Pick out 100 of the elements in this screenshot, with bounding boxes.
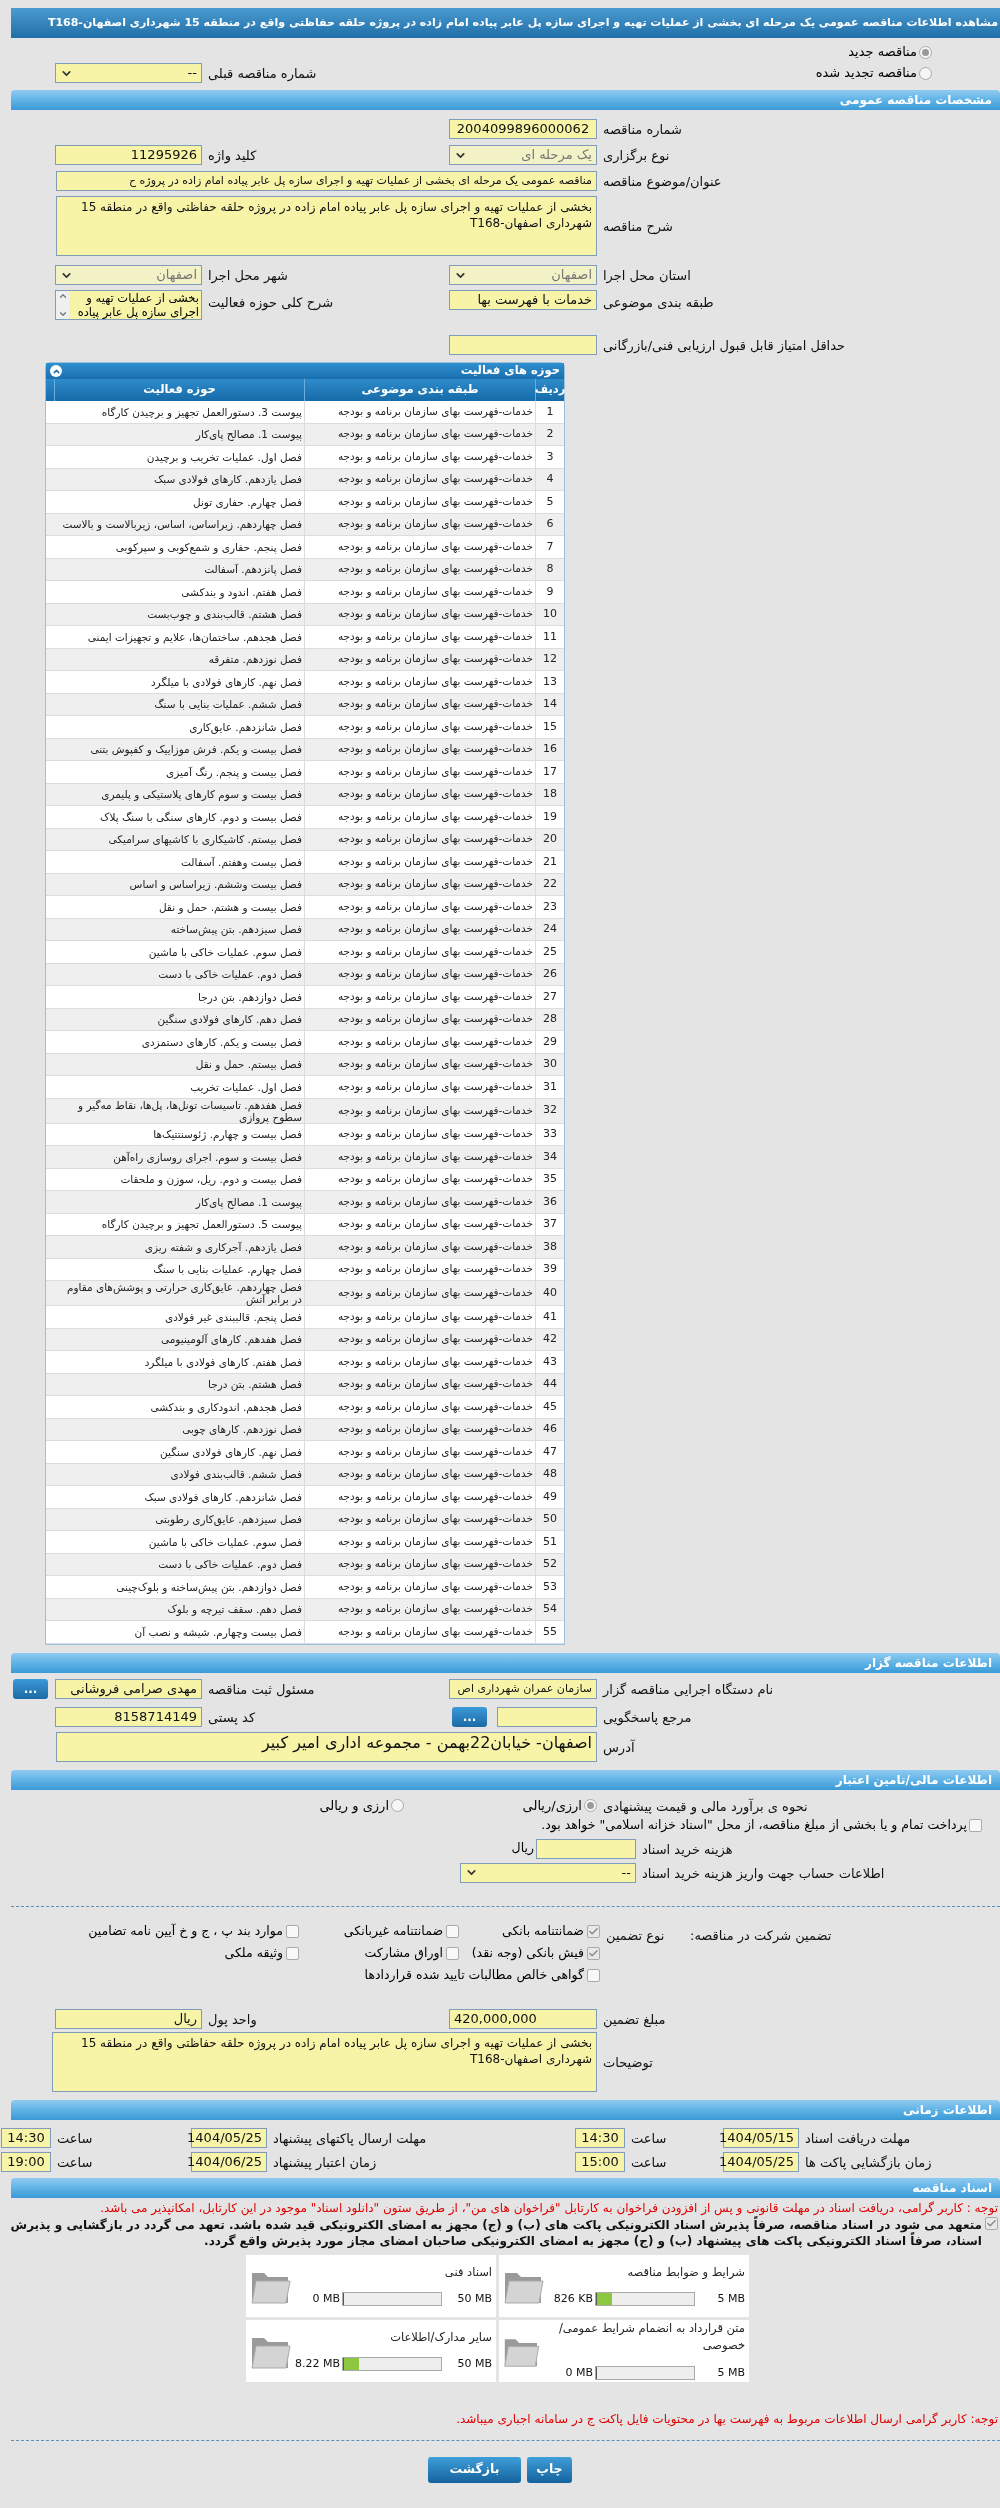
field-label: اطلاعات حساب جهت واریز هزینه خرید اسناد <box>642 1865 885 1881</box>
input-field[interactable]: خدمات با فهرست بها <box>449 290 597 310</box>
scroll-up-icon[interactable] <box>57 291 68 301</box>
input-field[interactable]: سازمان عمران شهرداری اص <box>449 1678 597 1699</box>
text-area[interactable]: بخشی از عملیات تهیه و اجرای سازه پل عابر پیاده امام زاده در پروژه حلقه حفاظتی واقع در منطقه 15 شهرداری اصفهان-T168 <box>56 196 597 256</box>
scroll-down-icon[interactable] <box>57 309 68 319</box>
table-cell: 16 <box>535 738 564 760</box>
table-cell-text: پیوست 5. دستورالعمل تجهیز و برچیدن کارگاه <box>100 1217 303 1233</box>
table-cell-text: فصل بیستم. کاشیکاری با کاشیهای سرامیکی <box>107 832 303 848</box>
table-cell: خدمات-فهرست بهای سازمان برنامه و بودجه <box>304 491 535 513</box>
table-cell: 27 <box>535 986 564 1008</box>
table-cell: خدمات-فهرست بهای سازمان برنامه و بودجه <box>304 806 535 828</box>
field-label: توضیحات <box>603 2054 653 2070</box>
table-cell: 29 <box>535 1031 564 1053</box>
field-label: مهلت ارسال پاکتهای پیشنهاد <box>273 2130 427 2146</box>
table-cell: خدمات-فهرست بهای سازمان برنامه و بودجه <box>304 1146 535 1168</box>
table-cell: 39 <box>535 1258 564 1280</box>
size-limit: 50 MB <box>456 2290 492 2307</box>
input-field[interactable]: 8158714149 <box>55 1706 202 1727</box>
input-field[interactable] <box>497 1706 597 1727</box>
table-cell: خدمات-فهرست بهای سازمان برنامه و بودجه <box>304 1598 535 1620</box>
input-field[interactable]: ریال <box>55 2008 202 2029</box>
table-cell-text: فصل هفتم. کارهای فولادی با میلگرد <box>143 1354 303 1371</box>
input-field[interactable]: 2004099896000062 <box>449 119 597 139</box>
table-cell: 55 <box>535 1621 564 1643</box>
dropdown[interactable]: -- <box>55 63 202 83</box>
input-field[interactable]: 15:00 <box>575 2151 625 2172</box>
table-cell: 9 <box>535 581 564 603</box>
text-area[interactable]: بخشی از عملیات تهیه و اجرای سازه پل عابر پیاده <box>55 290 202 320</box>
input-field[interactable]: مناقصه عمومی یک مرحله ای بخشی از عملیات تهیه و اجرای سازه پل عابر پیاده امام زاده در پروژه ح <box>56 171 597 191</box>
input-field[interactable]: 14:30 <box>575 2127 625 2148</box>
table-cell: خدمات-فهرست بهای سازمان برنامه و بودجه <box>304 986 535 1008</box>
notice-text: توجه: کاربر گرامی ارسال اطلاعات مربوط به فهرست بها در محتویات فایل پاکت ج در سامانه اجباری میباشد. <box>455 2410 999 2428</box>
table-cell: 51 <box>535 1531 564 1553</box>
table-cell-text: فصل هشتم. قالب‌بندی و چوب‌بست <box>146 607 303 623</box>
table-cell: خدمات-فهرست بهای سازمان برنامه و بودجه <box>304 671 535 693</box>
input-field[interactable]: مهدی صرامی فروشانی <box>55 1678 202 1699</box>
table-cell-text: فصل پنجم. قالببندی غیر فولادی <box>163 1309 303 1326</box>
browse-button[interactable]: ... <box>13 1678 48 1699</box>
table-cell: 18 <box>535 783 564 805</box>
field-label: نام دستگاه اجرایی مناقصه گزار <box>603 1681 774 1697</box>
action-button[interactable]: بازگشت <box>428 2456 521 2483</box>
input-field[interactable]: 420,000,000 <box>449 2008 597 2029</box>
checkbox[interactable] <box>969 1819 982 1832</box>
table-cell-text: فصل یازدهم. آجرکاری و شفته ریزی <box>143 1239 303 1256</box>
dropdown[interactable]: -- <box>460 1862 636 1883</box>
table-cell: خدمات-فهرست بهای سازمان برنامه و بودجه <box>304 603 535 625</box>
table-cell: خدمات-فهرست بهای سازمان برنامه و بودجه <box>304 1306 535 1328</box>
checkbox[interactable] <box>587 1946 600 1960</box>
radio-button[interactable] <box>919 66 932 80</box>
table-cell: خدمات-فهرست بهای سازمان برنامه و بودجه <box>304 963 535 985</box>
checkbox[interactable] <box>286 1924 299 1938</box>
checkbox[interactable] <box>446 1924 459 1938</box>
size-used: 0 MB <box>565 2364 593 2381</box>
browse-button[interactable]: ... <box>452 1706 487 1727</box>
collapse-button[interactable] <box>50 365 62 377</box>
input-field[interactable]: 19:00 <box>1 2151 51 2172</box>
input-field[interactable] <box>449 335 597 355</box>
table-cell-text: فصل دوازدهم. بتن درجا <box>197 989 303 1006</box>
table-cell: خدمات-فهرست بهای سازمان برنامه و بودجه <box>304 1258 535 1280</box>
table-cell-text: فصل بیستم. حمل و نقل <box>194 1057 303 1073</box>
table-cell-text: فصل نهم. کارهای فولادی با میلگرد <box>149 674 303 691</box>
table-cell: خدمات-فهرست بهای سازمان برنامه و بودجه <box>304 896 535 918</box>
checkbox[interactable] <box>587 1924 600 1938</box>
table-cell: 8 <box>535 558 564 580</box>
table-cell: 19 <box>535 806 564 828</box>
field-label: ساعت <box>57 2154 93 2170</box>
table-cell: 53 <box>535 1576 564 1598</box>
text-area[interactable]: اصفهان- خیابان22بهمن - مجموعه اداری امیر کبیر <box>56 1731 597 1762</box>
field-label: شرح کلی حوزه فعالیت <box>208 295 334 310</box>
radio-button[interactable] <box>584 1799 597 1812</box>
action-button[interactable]: چاپ <box>527 2456 572 2483</box>
table-cell: 48 <box>535 1463 564 1485</box>
field-label: عنوان/موضوع مناقصه <box>603 174 722 189</box>
checkbox[interactable] <box>587 1968 600 1982</box>
table-cell: 11 <box>535 626 564 648</box>
table-cell: خدمات-فهرست بهای سازمان برنامه و بودجه <box>304 423 535 445</box>
table-cell-text: فصل بیست و چهارم. ژئوسنتتیک‌ها <box>152 1127 303 1143</box>
input-field[interactable]: 14:30 <box>1 2127 51 2148</box>
table-cell-text: فصل سیزدهم. بتن پیش‌ساخته <box>169 922 303 938</box>
table-cell-text: فصل بیست و سوم. اجرای روسازی راه‌آهن <box>112 1149 303 1166</box>
checkbox[interactable] <box>286 1946 299 1960</box>
field-label: هزینه خرید اسناد <box>642 1841 733 1857</box>
table-cell: 15 <box>535 716 564 738</box>
table-cell: 42 <box>535 1328 564 1350</box>
table-cell: خدمات-فهرست بهای سازمان برنامه و بودجه <box>304 1508 535 1530</box>
text-area[interactable]: بخشی از عملیات تهیه و اجرای سازه پل عابر پیاده امام زاده در پروژه حلقه حفاظتی واقع در منطقه 15 شهرداری اصفهان-T168 <box>52 2031 597 2092</box>
radio-button[interactable] <box>919 45 932 59</box>
checkbox[interactable] <box>446 1946 459 1960</box>
field-label: مرجع پاسخگویی <box>603 1709 692 1725</box>
checkbox[interactable] <box>985 2216 998 2230</box>
input-field[interactable] <box>536 1838 636 1859</box>
table-cell-text: فصل پانزدهم. آسفالت <box>203 562 303 578</box>
radio-label: ارزی و ریالی <box>319 1796 389 1816</box>
table-cell-text: فصل دهم. سقف تیرچه و بلوک <box>166 1602 303 1618</box>
table-cell: خدمات-فهرست بهای سازمان برنامه و بودجه <box>304 558 535 580</box>
radio-button[interactable] <box>391 1799 404 1812</box>
table-cell-text: فصل چهارم. عملیات بنایی با سنگ <box>152 1262 303 1278</box>
input-field[interactable]: 11295926 <box>55 145 202 165</box>
table-cell-text: پیوست 1. مصالح پای‌کار <box>194 427 303 443</box>
